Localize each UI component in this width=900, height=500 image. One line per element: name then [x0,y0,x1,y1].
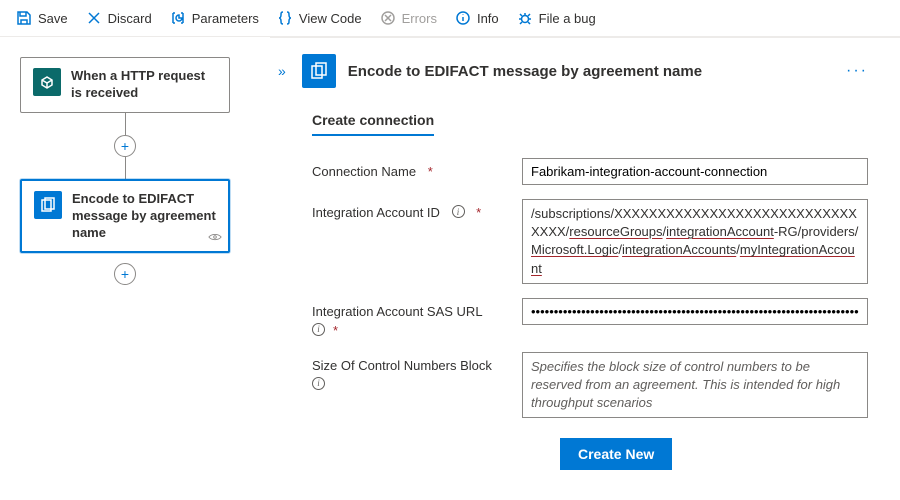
braces-icon [277,10,293,26]
label-connection-name: Connection Name * [312,158,502,179]
parameters-label: Parameters [192,11,259,26]
info-icon[interactable]: i [312,323,325,336]
panel-title: Encode to EDIFACT message by agreement n… [348,63,834,80]
save-label: Save [38,11,68,26]
connector-line [125,113,126,135]
bug-icon [517,10,533,26]
view-code-label: View Code [299,11,362,26]
account-id-input[interactable]: /subscriptions/XXXXXXXXXXXXXXXXXXXXXXXXX… [522,199,868,284]
edifact-icon [34,191,62,219]
save-button[interactable]: Save [8,6,76,30]
panel-header: » Encode to EDIFACT message by agreement… [274,54,876,88]
create-new-button[interactable]: Create New [560,438,672,470]
discard-button[interactable]: Discard [78,6,160,30]
label-sas-url: Integration Account SAS URL i* [312,298,502,338]
add-step-button[interactable]: + [114,135,136,157]
errors-button: Errors [372,6,445,30]
main-area: When a HTTP request is received + Encode… [0,37,900,499]
discard-icon [86,10,102,26]
connection-name-input[interactable] [522,158,868,185]
info-icon[interactable]: i [452,205,465,218]
panel-more-button[interactable]: ··· [846,62,868,80]
add-step-button-2[interactable]: + [114,263,136,285]
label-account-id: Integration Account ID i * [312,199,502,220]
info-icon[interactable]: i [312,377,325,390]
info-icon [455,10,471,26]
row-block-size: Size Of Control Numbers Block i Specifie… [312,352,868,419]
action-node[interactable]: Encode to EDIFACT message by agreement n… [20,179,230,254]
section-create-connection: Create connection [312,112,434,136]
connector-line [125,157,126,179]
peek-icon [208,230,222,245]
file-bug-button[interactable]: File a bug [509,6,604,30]
workflow-canvas[interactable]: When a HTTP request is received + Encode… [0,37,270,499]
file-bug-label: File a bug [539,11,596,26]
row-sas-url: Integration Account SAS URL i* [312,298,868,338]
errors-label: Errors [402,11,437,26]
http-trigger-icon [33,68,61,96]
action-title: Encode to EDIFACT message by agreement n… [72,191,216,242]
trigger-node[interactable]: When a HTTP request is received [20,57,230,113]
info-button[interactable]: Info [447,6,507,30]
label-block-size: Size Of Control Numbers Block i [312,352,502,390]
panel-edifact-icon [302,54,336,88]
row-connection-name: Connection Name * [312,158,868,185]
save-icon [16,10,32,26]
parameters-button[interactable]: Parameters [162,6,267,30]
sas-url-input[interactable] [522,298,868,325]
trigger-title: When a HTTP request is received [71,68,217,102]
connection-form: Connection Name * Integration Account ID… [274,158,876,470]
info-label: Info [477,11,499,26]
designer-toolbar: Save Discard Parameters View Code Errors… [0,0,900,37]
action-settings-panel: » Encode to EDIFACT message by agreement… [270,37,900,499]
block-size-input[interactable]: Specifies the block size of control numb… [522,352,868,419]
parameters-icon [170,10,186,26]
collapse-chevron-icon[interactable]: » [274,59,290,83]
discard-label: Discard [108,11,152,26]
errors-icon [380,10,396,26]
row-account-id: Integration Account ID i * /subscription… [312,199,868,284]
view-code-button[interactable]: View Code [269,6,370,30]
